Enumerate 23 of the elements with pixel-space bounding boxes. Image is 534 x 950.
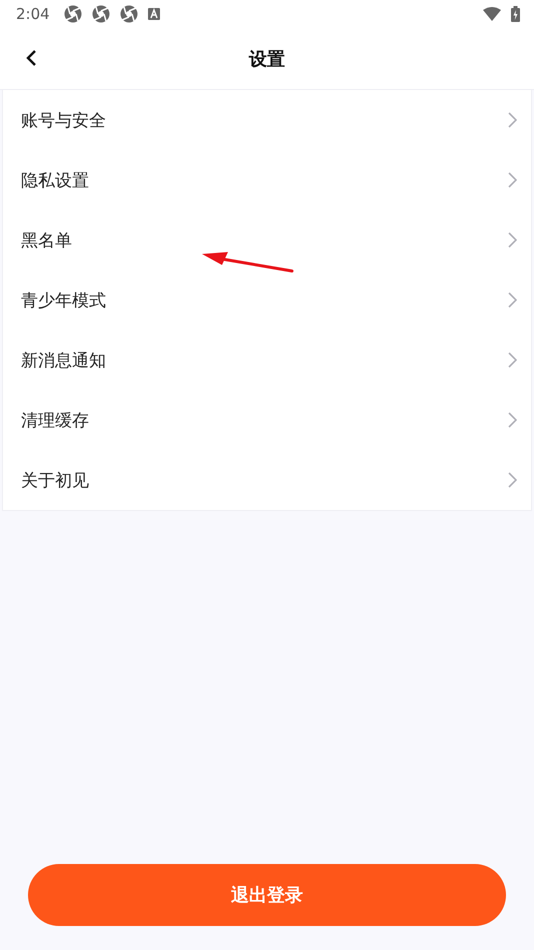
settings-item[interactable]: 关于初见 bbox=[3, 450, 531, 510]
wifi-icon bbox=[483, 7, 501, 21]
settings-item[interactable]: 清理缓存 bbox=[3, 390, 531, 450]
chevron-icon bbox=[508, 112, 517, 128]
settings-item[interactable]: 账号与安全 bbox=[3, 90, 531, 150]
aperture-icon bbox=[120, 5, 138, 23]
chevron-icon bbox=[508, 472, 517, 488]
aperture-icon bbox=[64, 5, 82, 23]
status-time: 2:04 bbox=[16, 5, 50, 23]
chevron-icon bbox=[508, 352, 517, 368]
settings-item[interactable]: 黑名单 bbox=[3, 210, 531, 270]
chevron-icon bbox=[508, 232, 517, 248]
chevron-icon bbox=[508, 172, 517, 188]
page-title: 设置 bbox=[249, 48, 285, 70]
chevron-icon bbox=[508, 292, 517, 308]
settings-item[interactable]: 青少年模式 bbox=[3, 270, 531, 330]
chevron-icon bbox=[508, 412, 517, 428]
keyboard-icon bbox=[148, 8, 160, 20]
battery-icon bbox=[511, 6, 520, 22]
back-icon bbox=[25, 49, 37, 67]
settings-item[interactable]: 隐私设置 bbox=[3, 150, 531, 210]
settings-item[interactable]: 新消息通知 bbox=[3, 330, 531, 390]
aperture-icon bbox=[92, 5, 110, 23]
